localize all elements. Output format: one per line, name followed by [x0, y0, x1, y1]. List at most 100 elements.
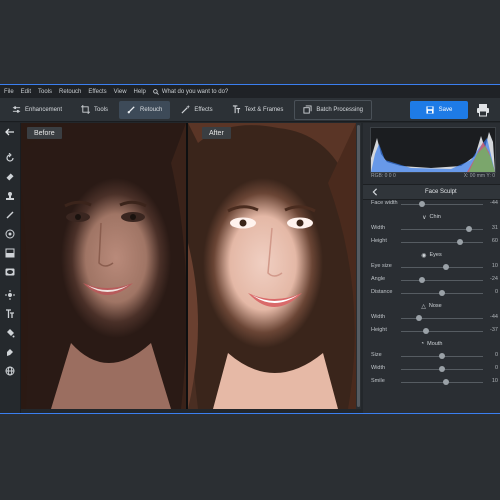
- slider-handle[interactable]: [457, 239, 464, 245]
- scrollbar-thumb[interactable]: [357, 125, 360, 407]
- section-eyes: ◉ Eyes: [363, 250, 500, 260]
- histogram-rgb-readout: RGB: 0 0 0: [371, 173, 396, 179]
- slider-handle[interactable]: [416, 315, 423, 321]
- slider-handle[interactable]: [439, 290, 445, 296]
- before-label: Before: [27, 127, 62, 139]
- stamp-icon[interactable]: [5, 191, 15, 201]
- menu-help[interactable]: Help: [134, 89, 146, 95]
- slider-value: -24: [490, 276, 498, 282]
- section-label: Eyes: [429, 252, 442, 258]
- slider-handle[interactable]: [443, 379, 450, 385]
- menu-tools[interactable]: Tools: [38, 89, 52, 95]
- batch-processing-label: Batch Processing: [316, 106, 364, 113]
- right-panel: RGB: 0 0 0 X: 00 mm Y: 0 Face Sculpt Fac…: [363, 123, 500, 413]
- slider-value: -44: [490, 200, 498, 206]
- slider-row: Width 0: [371, 364, 498, 374]
- tools-button[interactable]: Tools: [73, 101, 116, 119]
- slider-value: 0: [494, 352, 498, 358]
- menu-file[interactable]: File: [4, 89, 14, 95]
- save-button[interactable]: Save: [410, 101, 468, 119]
- slider-row: Height -37: [371, 326, 498, 336]
- slider-track[interactable]: [401, 204, 483, 205]
- slider-row: Width 31: [371, 224, 498, 234]
- fill-bucket-icon[interactable]: [5, 328, 15, 338]
- text-frames-button[interactable]: Text & Frames: [224, 101, 292, 119]
- section-nose: △ Nose: [363, 301, 500, 311]
- crop-icon: [81, 105, 91, 114]
- globe-icon[interactable]: [5, 366, 15, 376]
- slider-value: 60: [491, 238, 498, 244]
- print-icon[interactable]: [476, 103, 490, 117]
- retouch-button[interactable]: Retouch: [119, 100, 171, 119]
- slider-handle[interactable]: [422, 328, 429, 334]
- slider-label: Eye size: [371, 263, 392, 269]
- slider-track[interactable]: [401, 331, 483, 332]
- section-label: Mouth: [427, 341, 443, 347]
- slider-row: Distance 0: [371, 288, 498, 298]
- slider-track[interactable]: [401, 242, 483, 243]
- rotate-icon[interactable]: [5, 153, 15, 163]
- gradient-icon[interactable]: [5, 248, 15, 258]
- slider-label: Height: [371, 327, 387, 333]
- section-chin: ∨ Chin: [363, 212, 500, 222]
- menu-search[interactable]: What do you want to do?: [153, 89, 228, 95]
- histogram-position-readout: X: 00 mm Y: 0: [463, 173, 495, 179]
- photo-canvas[interactable]: Before After: [21, 123, 361, 409]
- enhancement-label: Enhancement: [25, 106, 63, 113]
- histogram-graph: [371, 132, 495, 172]
- text-frames-label: Text & Frames: [244, 106, 284, 113]
- vignette-icon[interactable]: [5, 267, 15, 277]
- slider-handle[interactable]: [439, 353, 445, 359]
- search-placeholder: What do you want to do?: [161, 88, 229, 95]
- slider-handle[interactable]: [418, 201, 425, 207]
- text-tool-icon[interactable]: [5, 309, 15, 319]
- slider-row: Height 60: [371, 237, 498, 247]
- healing-icon[interactable]: [5, 172, 15, 182]
- effects-button[interactable]: Effects: [173, 101, 220, 119]
- back-arrow-icon[interactable]: [5, 127, 15, 137]
- slider-label: Smile: [371, 378, 385, 384]
- menu-edit[interactable]: Edit: [21, 89, 31, 95]
- main-toolbar: Enhancement Tools Retouch Effects Text &…: [0, 98, 500, 122]
- slider-track[interactable]: [401, 280, 483, 281]
- after-portrait: [188, 123, 356, 409]
- chin-icon: ∨: [422, 214, 427, 221]
- slider-handle[interactable]: [443, 264, 450, 270]
- menu-retouch[interactable]: Retouch: [59, 89, 81, 95]
- slider-value: 0: [494, 289, 498, 295]
- slider-handle[interactable]: [466, 226, 473, 232]
- slider-value: -37: [490, 327, 498, 333]
- slider-label: Face width: [371, 200, 398, 206]
- batch-processing-button[interactable]: Batch Processing: [294, 99, 373, 120]
- target-icon[interactable]: [5, 229, 15, 239]
- brightness-icon[interactable]: [5, 290, 15, 300]
- text-icon: [232, 105, 240, 114]
- wand-icon: [181, 105, 191, 114]
- back-chevron-icon[interactable]: [371, 188, 379, 196]
- slider-label: Width: [371, 365, 386, 371]
- after-photo: After: [188, 123, 356, 409]
- slider-handle[interactable]: [418, 277, 425, 283]
- panel-header: Face Sculpt: [363, 184, 500, 200]
- slider-track[interactable]: [401, 318, 483, 319]
- recolor-icon[interactable]: [5, 347, 15, 357]
- tools-label: Tools: [94, 106, 109, 113]
- brush-tool-icon[interactable]: [5, 210, 15, 220]
- brush-icon: [127, 106, 135, 114]
- slider-value: 10: [491, 263, 498, 269]
- eyes-icon: ◉: [421, 252, 427, 259]
- slider-row: Angle -24: [371, 275, 498, 285]
- app-window: File Edit Tools Retouch Effects View Hel…: [0, 84, 500, 414]
- slider-value: 10: [491, 378, 498, 384]
- slider-label: Height: [371, 238, 387, 244]
- slider-handle[interactable]: [439, 366, 445, 372]
- enhancement-button[interactable]: Enhancement: [4, 101, 70, 119]
- menu-view[interactable]: View: [114, 89, 127, 95]
- effects-label: Effects: [194, 106, 213, 113]
- batch-icon: [303, 105, 312, 114]
- slider-track[interactable]: [401, 267, 483, 268]
- menu-effects[interactable]: Effects: [88, 89, 106, 95]
- sliders-icon: [12, 106, 21, 113]
- after-label: After: [202, 127, 231, 139]
- slider-track[interactable]: [401, 382, 483, 383]
